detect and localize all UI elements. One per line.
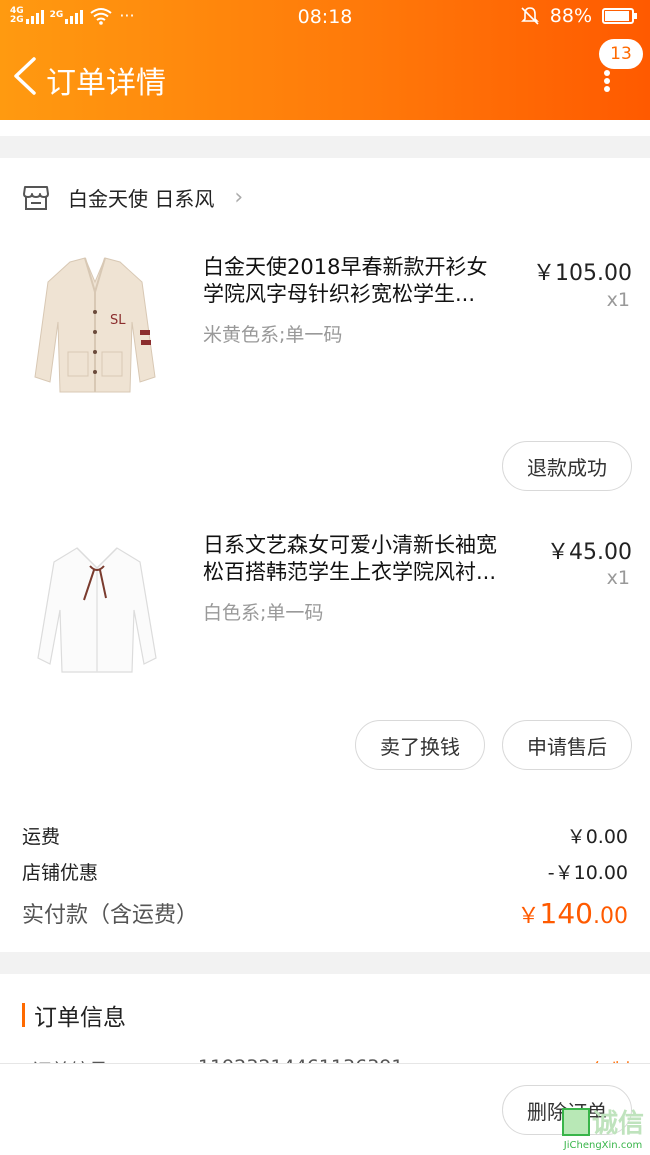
mute-bell-icon <box>520 7 539 25</box>
shop-link[interactable]: 白金天使 日系风 › <box>22 183 243 212</box>
total-integer: 140 <box>539 897 593 930</box>
order-info-title: 订单信息 <box>34 1005 126 1031</box>
item-title-line: 白金天使2018早春新款开衫女 <box>203 255 488 279</box>
more-menu-icon[interactable] <box>603 70 611 92</box>
after-sales-button[interactable]: 申请售后 <box>502 720 632 770</box>
total-decimal: .00 <box>593 904 628 929</box>
item-price: ￥105.00 <box>533 261 632 286</box>
item-title[interactable]: 白金天使2018早春新款开衫女 学院风字母针织衫宽松学生... <box>203 254 487 308</box>
accent-bar <box>22 1003 25 1027</box>
watermark-text: 诚信 <box>591 1109 644 1139</box>
message-count-badge[interactable]: 13 <box>599 39 643 69</box>
item-title-line: 学院风字母针织衫宽松学生... <box>203 282 476 306</box>
shipping-label: 运费 <box>22 826 61 848</box>
bottom-action-bar: 删除订单 诚信 JiChengXin.com <box>0 1063 650 1155</box>
discount-value: -￥10.00 <box>547 862 628 884</box>
total-row: 实付款（含运费） ￥140.00 <box>22 897 628 930</box>
total-value: ￥140.00 <box>518 897 628 930</box>
order-info-heading: 订单信息 <box>22 998 126 1032</box>
header-bar: 4G 2G 2G ··· 08:18 88% 订单详情 13 <box>0 0 650 120</box>
store-icon <box>23 185 49 210</box>
blouse-product-image[interactable] <box>32 540 162 680</box>
watermark-logo: 诚信 JiChengXin.com <box>561 1103 644 1151</box>
discount-row: 店铺优惠 -￥10.00 <box>22 858 628 885</box>
total-label: 实付款（含运费） <box>22 903 199 928</box>
item-quantity: x1 <box>606 567 630 589</box>
shop-name: 白金天使 日系风 <box>68 187 215 211</box>
item-title-line: 日系文艺森女可爱小清新长袖宽 <box>203 533 497 557</box>
item-price: ￥45.00 <box>547 540 632 565</box>
shipping-value: ￥0.00 <box>566 826 628 848</box>
item-quantity: x1 <box>606 289 630 311</box>
top-strip <box>0 120 650 136</box>
cardigan-product-image[interactable]: SL <box>30 252 160 402</box>
refund-success-button[interactable]: 退款成功 <box>502 441 632 491</box>
item-title-line: 松百搭韩范学生上衣学院风衬... <box>203 560 497 584</box>
page-title: 订单详情 <box>46 66 166 101</box>
item-spec: 白色系;单一码 <box>203 602 324 624</box>
battery-icon <box>602 8 637 24</box>
back-arrow-icon[interactable] <box>10 56 40 96</box>
status-bar: 4G 2G 2G ··· 08:18 88% <box>0 0 650 34</box>
item-title[interactable]: 日系文艺森女可爱小清新长袖宽 松百搭韩范学生上衣学院风衬... <box>203 532 497 586</box>
item-spec: 米黄色系;单一码 <box>203 324 343 346</box>
shipping-row: 运费 ￥0.00 <box>22 822 628 849</box>
discount-label: 店铺优惠 <box>22 862 99 884</box>
svg-text:SL: SL <box>110 313 126 328</box>
sell-for-cash-button[interactable]: 卖了换钱 <box>355 720 485 770</box>
chevron-right-icon: › <box>234 185 244 210</box>
watermark-url: JiChengXin.com <box>563 1140 643 1151</box>
battery-percent: 88% <box>549 5 592 27</box>
currency-symbol: ￥ <box>517 904 540 929</box>
